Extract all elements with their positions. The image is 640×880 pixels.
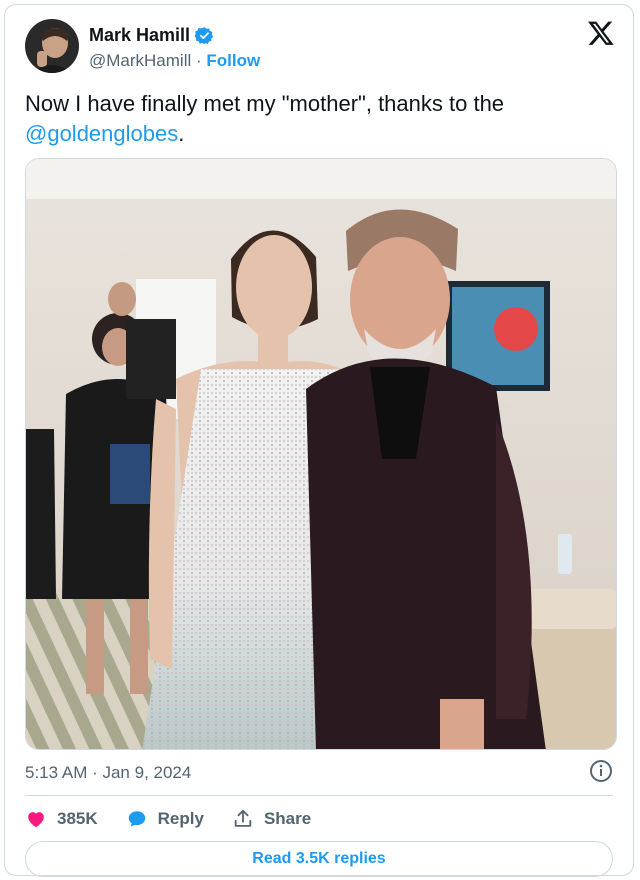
tweet-text: Now I have finally met my "mother", than… — [25, 89, 615, 149]
heart-icon — [28, 812, 44, 828]
avatar[interactable] — [25, 19, 79, 73]
info-icon[interactable] — [589, 759, 613, 783]
author-handle[interactable]: @MarkHamill — [89, 51, 191, 70]
tweet-card: Mark Hamill @MarkHamill · Follow Now I h… — [4, 4, 634, 877]
tweet-photo[interactable] — [25, 158, 617, 750]
author-handle-row: @MarkHamill · Follow — [89, 51, 260, 71]
read-replies-button[interactable]: Read 3.5K replies — [25, 841, 613, 877]
verified-badge-icon — [195, 27, 214, 45]
tweet-text-body: Now I have finally met my "mother", than… — [25, 91, 505, 116]
reply-label: Reply — [157, 809, 204, 828]
divider — [25, 795, 613, 796]
x-logo-icon[interactable] — [587, 19, 615, 47]
handle-separator: · — [196, 51, 202, 70]
share-label: Share — [263, 809, 312, 828]
tweet-timestamp[interactable]: 5:13 AM · Jan 9, 2024 — [25, 763, 191, 783]
like-button[interactable]: 385K — [25, 808, 98, 830]
author-name-row: Mark Hamill — [89, 25, 214, 46]
share-button[interactable]: Share — [232, 808, 311, 830]
reply-button[interactable]: Reply — [126, 808, 204, 830]
share-upload-icon — [234, 809, 252, 827]
action-bar: 385K Reply Share — [25, 805, 339, 833]
mention-link[interactable]: @goldenglobes — [25, 121, 178, 146]
like-count: 385K — [57, 809, 98, 828]
reply-bubble-icon — [128, 811, 145, 827]
follow-button[interactable]: Follow — [206, 51, 260, 70]
tweet-text-end: . — [178, 121, 185, 146]
author-name[interactable]: Mark Hamill — [89, 25, 190, 46]
